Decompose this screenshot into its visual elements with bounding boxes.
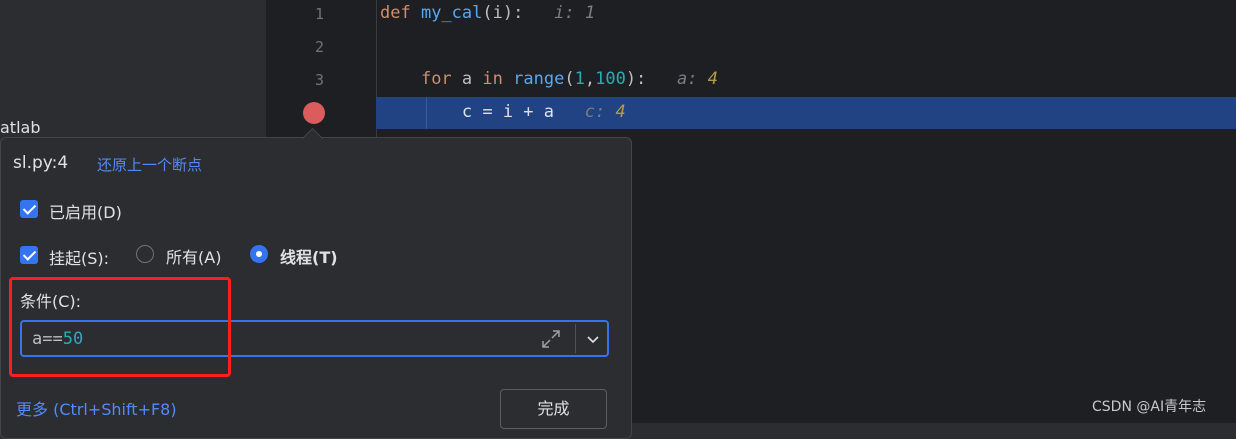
keyword: def [380,3,411,23]
enabled-label[interactable]: 已启用(D) [49,199,122,223]
code-line-1: def my_cal(i): i: 1 [380,3,595,23]
inline-value: 4 [615,102,626,122]
dropdown-separator [575,324,576,353]
suspend-label[interactable]: 挂起(S): [49,245,109,269]
comma: , [584,69,596,89]
inline-value-label: a: [677,69,698,89]
paren: ): [625,69,647,89]
keyword: in [482,69,503,89]
project-tree-partial-text: atlab [0,118,41,137]
builtin-name: range [513,69,565,89]
enabled-checkbox[interactable] [20,200,38,218]
highlight-annotation-box [9,277,231,377]
done-button[interactable]: 完成 [500,389,607,429]
popup-title: sl.py:4 [13,153,69,173]
inline-value: 4 [707,69,718,89]
more-link[interactable]: 更多 (Ctrl+Shift+F8) [16,396,177,420]
number-literal: 1 [574,69,585,89]
suspend-checkbox[interactable] [20,246,38,264]
paren: ( [564,69,575,89]
inline-value: 1 [584,3,596,23]
radio-all-label[interactable]: 所有(A) [166,244,221,268]
paren: ): [502,3,524,23]
number-literal: 100 [595,69,626,89]
radio-thread[interactable] [250,245,268,263]
variable: a [461,69,473,89]
line-number: 1 [314,5,324,23]
paren: ( [482,3,493,23]
radio-thread-label[interactable]: 线程(T) [280,244,338,268]
inline-value-label: i: [554,3,575,23]
breakpoint-icon[interactable] [303,102,325,124]
function-name: my_cal [420,3,483,23]
code-line-4: c = i + a c: 4 [380,102,626,122]
expand-icon[interactable] [540,328,562,350]
keyword: for [420,69,452,89]
param-name: i [492,3,503,23]
code-line-3: for a in range(1,100): a: 4 [380,69,718,89]
line-number: 3 [314,71,324,89]
inline-value-label: c: [584,102,606,122]
line-number: 2 [314,38,324,56]
radio-all[interactable] [136,245,154,263]
chevron-down-icon[interactable] [584,330,602,348]
watermark: CSDN @AI青年志 [1092,399,1207,415]
restore-breakpoint-link[interactable]: 还原上一个断点 [97,154,202,175]
code-statement: c = i + a [461,102,555,122]
